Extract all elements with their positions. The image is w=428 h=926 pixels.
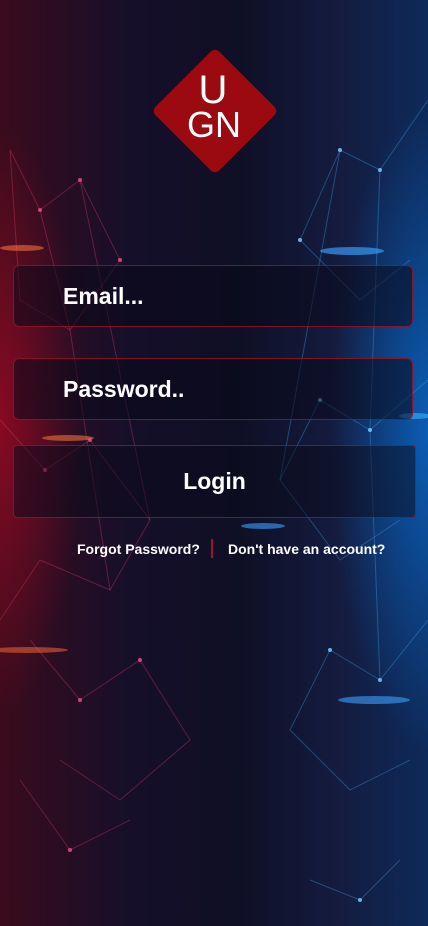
auth-links: Forgot Password? Don't have an account?	[0, 538, 428, 560]
password-input[interactable]	[14, 359, 412, 419]
login-button[interactable]: Login	[13, 445, 416, 518]
forgot-password-link[interactable]: Forgot Password?	[77, 541, 200, 557]
email-input[interactable]	[14, 266, 412, 326]
email-field[interactable]	[13, 265, 413, 327]
password-field[interactable]	[13, 358, 413, 420]
logo-letters-bottom: GN	[187, 104, 241, 145]
register-link[interactable]: Don't have an account?	[228, 541, 385, 557]
link-divider	[211, 539, 213, 558]
app-logo: U GN	[153, 49, 277, 173]
